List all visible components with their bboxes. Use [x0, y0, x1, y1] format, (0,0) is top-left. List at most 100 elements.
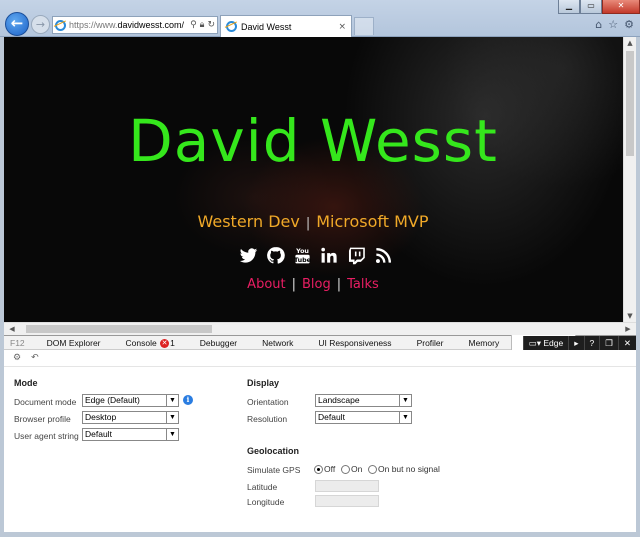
- toolbar-icons: ⌂ ☆ ⚙: [595, 18, 634, 31]
- browser-chrome: ← → https://www.davidwesst.com/ ⚲ 🔒︎ ↻ D…: [0, 0, 640, 37]
- linkedin-icon[interactable]: [319, 245, 340, 265]
- browser-tab[interactable]: David Wesst ×: [220, 15, 352, 37]
- chevron-down-icon: ▼: [399, 395, 411, 406]
- back-button[interactable]: ←: [5, 12, 29, 36]
- tagline-separator: |: [305, 216, 311, 231]
- document-mode-value: Edge (Default): [85, 395, 140, 405]
- tab-debugger[interactable]: Debugger: [187, 336, 249, 350]
- scroll-down-arrow-icon[interactable]: ▼: [624, 310, 636, 322]
- gps-nosignal-label: On but no signal: [378, 464, 440, 474]
- document-mode-label: Document mode: [14, 397, 77, 407]
- new-tab-button[interactable]: [354, 17, 374, 35]
- home-icon[interactable]: ⌂: [595, 18, 602, 31]
- undock-icon[interactable]: ❐: [599, 336, 618, 350]
- link-separator: |: [291, 277, 296, 292]
- rss-icon[interactable]: [373, 245, 394, 265]
- longitude-label: Longitude: [247, 497, 285, 507]
- mode-heading: Mode: [14, 378, 38, 388]
- about-link[interactable]: About: [247, 277, 285, 292]
- geolocation-heading: Geolocation: [247, 446, 300, 456]
- gps-on-radio[interactable]: On: [341, 464, 362, 474]
- resolution-label: Resolution: [247, 414, 288, 424]
- youtube-icon[interactable]: You Tube: [292, 245, 313, 265]
- resolution-select[interactable]: Default ▼: [315, 411, 412, 424]
- minimize-button[interactable]: ▁: [558, 0, 580, 14]
- close-devtools-icon[interactable]: ✕: [617, 336, 636, 350]
- tab-console[interactable]: Console ✕ 1: [113, 336, 187, 350]
- gps-off-label: Off: [324, 464, 336, 474]
- simulate-gps-label: Simulate GPS: [247, 465, 301, 475]
- radio-unselected-icon: [368, 464, 377, 474]
- vertical-scrollbar[interactable]: ▲ ▼: [623, 37, 636, 322]
- document-mode-dropdown[interactable]: ▭▾ Edge: [522, 336, 569, 350]
- latitude-input[interactable]: [315, 480, 379, 492]
- maximize-button[interactable]: ▭: [580, 0, 602, 14]
- search-icon[interactable]: ⚲: [190, 20, 197, 30]
- address-url[interactable]: https://www.davidwesst.com/: [69, 20, 184, 30]
- ie-logo-icon: [55, 19, 66, 31]
- tab-dom-explorer[interactable]: DOM Explorer: [34, 336, 113, 350]
- scroll-left-arrow-icon[interactable]: ◀: [6, 323, 18, 335]
- social-links: You Tube: [238, 245, 394, 265]
- user-agent-select[interactable]: Default ▼: [82, 428, 179, 441]
- persist-emulation-icon[interactable]: ⚙: [13, 353, 21, 363]
- console-toggle-icon[interactable]: ▸: [568, 336, 583, 350]
- chevron-down-icon: ▼: [166, 395, 178, 406]
- vertical-scroll-thumb[interactable]: [626, 51, 634, 156]
- latitude-label: Latitude: [247, 482, 278, 492]
- horizontal-scroll-thumb[interactable]: [26, 325, 212, 333]
- close-window-button[interactable]: ✕: [602, 0, 640, 14]
- twitter-icon[interactable]: [238, 245, 259, 265]
- window-controls: ▁ ▭ ✕: [558, 0, 640, 14]
- talks-link[interactable]: Talks: [347, 277, 379, 292]
- gps-on-label: On: [351, 464, 363, 474]
- reset-icon[interactable]: ↶: [31, 353, 39, 363]
- info-icon[interactable]: i: [183, 395, 193, 405]
- gps-off-radio[interactable]: Off: [314, 464, 335, 474]
- refresh-icon[interactable]: ↻: [207, 20, 215, 30]
- gear-icon[interactable]: ⚙: [624, 18, 634, 31]
- tab-profiler[interactable]: Profiler: [404, 336, 456, 350]
- blog-link[interactable]: Blog: [302, 277, 331, 292]
- link-separator: |: [336, 277, 342, 292]
- hero-nav-links: About | Blog | Talks: [4, 277, 622, 292]
- tab-close-icon[interactable]: ×: [338, 22, 346, 32]
- tab-memory[interactable]: Memory: [456, 336, 512, 350]
- back-arrow-icon: ←: [10, 14, 24, 32]
- site-tagline: Western Dev | Microsoft MVP: [4, 212, 622, 231]
- user-agent-label: User agent string: [14, 431, 79, 441]
- scroll-right-arrow-icon[interactable]: ▶: [622, 323, 634, 335]
- address-bar[interactable]: https://www.davidwesst.com/ ⚲ 🔒︎ ↻: [52, 16, 218, 34]
- document-mode-edge: Edge: [543, 338, 564, 348]
- twitch-icon[interactable]: [346, 245, 367, 265]
- github-icon[interactable]: [265, 245, 286, 265]
- orientation-select[interactable]: Landscape ▼: [315, 394, 412, 407]
- user-agent-value: Default: [85, 429, 112, 439]
- tab-network[interactable]: Network: [249, 336, 305, 350]
- tab-ui-responsiveness[interactable]: UI Responsiveness: [305, 336, 403, 350]
- lock-icon[interactable]: 🔒︎: [200, 20, 205, 30]
- longitude-input[interactable]: [315, 495, 379, 507]
- resolution-value: Default: [318, 412, 345, 422]
- tagline-western-dev: Western Dev: [197, 212, 300, 231]
- gps-nosignal-radio[interactable]: On but no signal: [368, 464, 440, 474]
- scroll-up-arrow-icon[interactable]: ▲: [624, 37, 636, 49]
- url-domain: davidwesst.com/: [117, 20, 185, 30]
- tagline-microsoft-mvp: Microsoft MVP: [316, 212, 429, 231]
- document-mode-select[interactable]: Edge (Default) ▼: [82, 394, 179, 407]
- browser-profile-select[interactable]: Desktop ▼: [82, 411, 179, 424]
- chevron-down-icon: ▼: [166, 412, 178, 423]
- browser-profile-label: Browser profile: [14, 414, 71, 424]
- forward-button[interactable]: →: [31, 15, 50, 34]
- f12-label: F12: [10, 337, 25, 348]
- tab-favicon-icon: [226, 21, 237, 32]
- favorites-star-icon[interactable]: ☆: [608, 18, 618, 31]
- horizontal-scrollbar[interactable]: ◀ ▶: [4, 322, 636, 335]
- forward-arrow-icon: →: [35, 18, 46, 31]
- orientation-label: Orientation: [247, 397, 289, 407]
- display-heading: Display: [247, 378, 280, 388]
- tab-console-label: Console: [125, 337, 157, 348]
- radio-selected-icon: [314, 464, 323, 474]
- help-button[interactable]: ?: [583, 336, 600, 350]
- emulation-toolbar: ⚙ ↶: [4, 350, 636, 367]
